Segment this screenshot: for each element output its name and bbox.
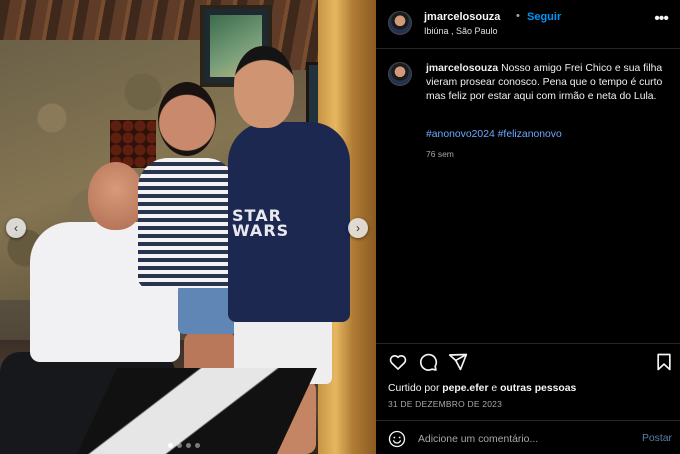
post-location[interactable]: Ibiúna , São Paulo [424,26,498,36]
separator-dot: • [516,10,520,22]
likes-prefix: Curtido por [388,383,443,394]
wine-rack [110,120,156,168]
hashtag-link[interactable]: #felizanonovo [498,129,562,140]
more-options-icon[interactable]: ••• [654,10,669,28]
carousel-next-button[interactable]: › [348,218,368,238]
comment-input[interactable] [418,432,618,446]
heart-icon[interactable] [388,352,408,372]
caption-hashtags: #anonovo2024 #felizanonovo [426,129,562,140]
man-head [234,46,294,128]
avatar[interactable] [388,11,412,35]
likes-others[interactable]: outras pessoas [500,383,576,394]
carousel-dot [177,443,182,448]
action-bar [388,352,672,372]
post-comment-button[interactable]: Postar [642,433,672,444]
carousel-dots [168,443,200,448]
post-date: 31 DE DEZEMBRO DE 2023 [388,399,502,409]
shirt-print-text: STAR WARS [232,206,290,240]
comment-icon[interactable] [418,352,438,372]
caption-text: jmarcelosouza Nosso amigo Frei Chico e s… [426,62,674,104]
caption-username[interactable]: jmarcelosouza [426,63,498,74]
emoji-icon[interactable] [388,430,406,448]
bookmark-icon[interactable] [654,352,674,372]
woman-head [158,82,216,156]
send-icon[interactable] [448,352,468,372]
divider [376,343,680,344]
post-sidebar: jmarcelosouza • Seguir Ibiúna , São Paul… [376,0,680,454]
woman-striped-shirt [138,158,236,288]
carousel-dot [195,443,200,448]
author-username[interactable]: jmarcelosouza [424,11,500,23]
comment-bar: Postar [388,429,672,449]
hashtag-link[interactable]: #anonovo2024 [426,129,495,140]
avatar[interactable] [388,62,412,86]
carousel-dot [168,443,173,448]
post-photo[interactable]: STAR WARS ‹ › [0,0,376,454]
chair-foreground [75,368,317,454]
carousel-prev-button[interactable]: ‹ [6,218,26,238]
divider [376,48,680,49]
follow-button[interactable]: Seguir [527,11,561,23]
divider [376,420,680,421]
liker-username[interactable]: pepe.efer [442,383,488,394]
carousel-dot [186,443,191,448]
older-man-head [88,162,144,230]
post-header: jmarcelosouza • Seguir Ibiúna , São Paul… [388,10,669,40]
likes-conjunction: e [488,383,501,394]
likes-summary[interactable]: Curtido por pepe.efer e outras pessoas [388,383,576,394]
caption-timestamp: 76 sem [426,149,454,159]
